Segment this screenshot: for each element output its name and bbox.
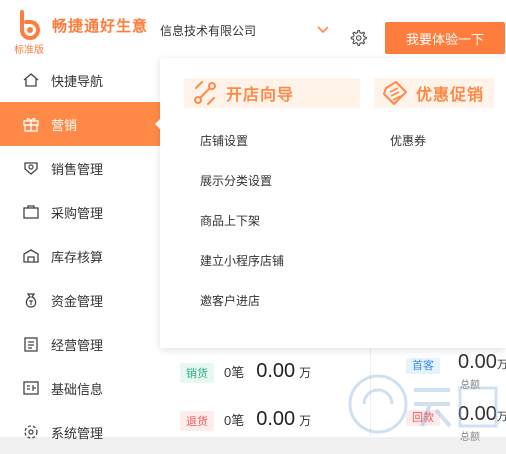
store-guide-icon	[194, 81, 216, 105]
sidebar-item-marketing[interactable]: 营销	[0, 102, 161, 146]
sales-count: 0笔	[224, 365, 245, 380]
sidebar-item-label: 营销	[51, 117, 78, 133]
sales-amount: 0.00	[256, 360, 296, 382]
link-store-settings[interactable]: 店铺设置	[200, 132, 248, 149]
sidebar-item-basic-info[interactable]: 基础信息	[0, 366, 160, 410]
top-bar: 畅捷通好生意 标准版 信息技术有限公司 我要体验一下	[0, 0, 506, 59]
gift-icon	[23, 118, 39, 132]
sidebar-item-label: 快捷导航	[51, 73, 104, 89]
warehouse-icon	[23, 249, 39, 263]
sidebar-item-label: 采购管理	[51, 205, 104, 221]
promotion-header: 优惠促销	[374, 78, 494, 108]
sidebar-item-label: 销售管理	[51, 161, 104, 177]
sidebar-item-inventory[interactable]: 库存核算	[0, 234, 160, 278]
link-mini-program-store[interactable]: 建立小程序店铺	[200, 252, 284, 269]
sidebar-item-label: 库存核算	[51, 249, 104, 265]
marketing-flyout-menu: 开店向导 优惠促销 店铺设置 展示分类设置 商品上下架 建立小程序店铺 邀客户进…	[160, 58, 506, 348]
briefcase-icon	[23, 205, 39, 219]
logo-mark-icon	[20, 10, 40, 40]
sidebar-item-funds[interactable]: 资金管理	[0, 278, 160, 322]
trial-button[interactable]: 我要体验一下	[385, 22, 505, 54]
money-bag-icon	[25, 293, 37, 308]
returns-unit: 万	[299, 414, 312, 428]
sidebar-item-operations[interactable]: 经营管理	[0, 322, 160, 366]
store-guide-title: 开店向导	[226, 87, 295, 104]
settings-icon	[24, 425, 38, 439]
sidebar-item-label: 经营管理	[51, 337, 104, 353]
promotion-icon	[383, 81, 407, 105]
returns-tag: 退货	[180, 411, 214, 431]
home-icon	[23, 73, 39, 87]
link-product-shelving[interactable]: 商品上下架	[200, 212, 260, 229]
link-category-settings[interactable]: 展示分类设置	[200, 172, 272, 189]
link-coupons[interactable]: 优惠券	[390, 132, 426, 149]
returns-amount: 0.00	[256, 408, 296, 430]
sidebar-item-purchase[interactable]: 采购管理	[0, 190, 160, 234]
gear-icon[interactable]	[349, 29, 367, 47]
edition-label: 标准版	[14, 45, 44, 56]
app-logo[interactable]: 畅捷通好生意 标准版	[8, 8, 168, 56]
watermark-logo	[348, 374, 498, 434]
sales-unit: 万	[299, 366, 312, 380]
link-invite-customers[interactable]: 邀客户进店	[200, 292, 260, 309]
store-guide-header: 开店向导	[184, 78, 360, 108]
sales-row: 销货 0笔 0.00 万	[180, 360, 311, 383]
brand-name: 畅捷通好生意	[52, 18, 149, 35]
sidebar-item-quick-nav[interactable]: 快捷导航	[0, 58, 160, 102]
sidebar-item-sales[interactable]: 销售管理	[0, 146, 160, 190]
sidebar-item-label: 基础信息	[51, 381, 104, 397]
sales-icon	[24, 162, 38, 175]
promotion-title: 优惠促销	[416, 87, 485, 104]
sales-tag: 销货	[180, 363, 214, 383]
sidebar: 快捷导航 营销 销售管理 采购管理 库存核算 资金管理 经营管理 基础信息 系统…	[0, 58, 161, 441]
company-name: 信息技术有限公司	[160, 24, 257, 38]
returns-count: 0笔	[224, 413, 245, 428]
id-card-icon	[23, 381, 39, 395]
sidebar-item-label: 系统管理	[51, 425, 104, 441]
chevron-down-icon	[317, 26, 329, 34]
company-selector[interactable]: 信息技术有限公司	[160, 20, 336, 40]
returns-row: 退货 0笔 0.00 万	[180, 408, 311, 431]
clipboard-icon	[24, 337, 38, 352]
sidebar-item-system[interactable]: 系统管理	[0, 410, 160, 454]
sidebar-item-label: 资金管理	[51, 293, 104, 309]
